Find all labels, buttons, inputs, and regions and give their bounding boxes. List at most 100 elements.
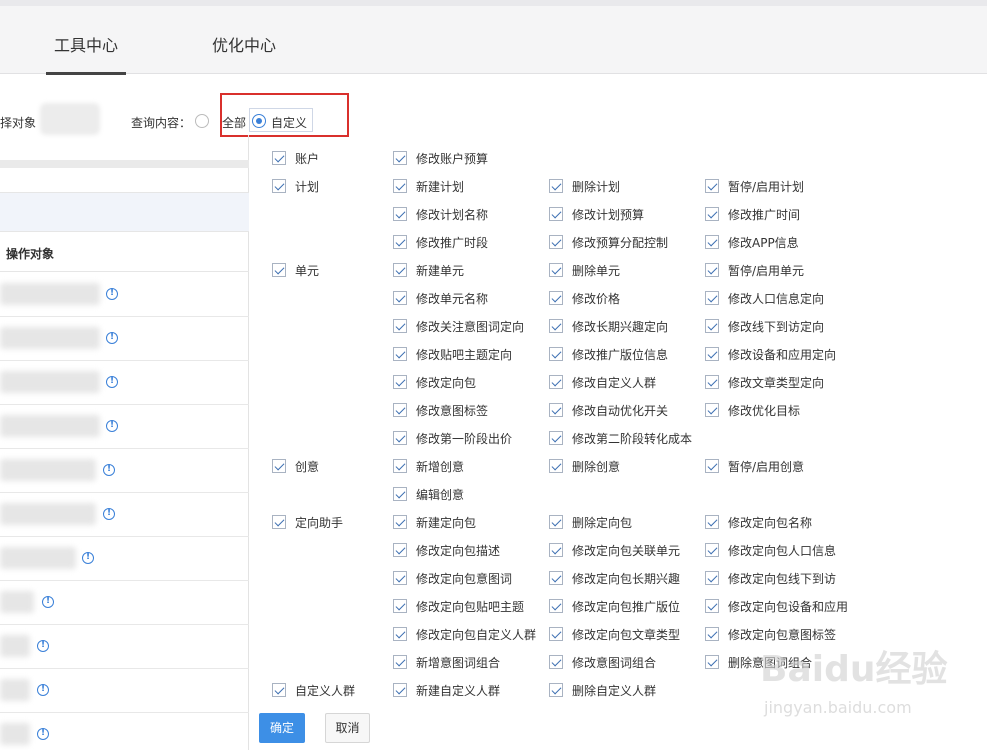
checkbox[interactable] [393, 291, 407, 305]
checkbox[interactable] [705, 235, 719, 249]
group-checkbox[interactable]: 创意 [272, 458, 319, 474]
checkbox[interactable] [393, 319, 407, 333]
info-icon[interactable]: ! [106, 332, 118, 344]
operation-checkbox[interactable]: 修改定向包设备和应用 [705, 598, 848, 614]
info-icon[interactable]: ! [103, 464, 115, 476]
operation-checkbox[interactable]: 新建自定义人群 [393, 682, 500, 698]
operation-checkbox[interactable]: 删除定向包 [549, 514, 632, 530]
group-checkbox[interactable]: 单元 [272, 262, 319, 278]
operation-checkbox[interactable]: 暂停/启用创意 [705, 458, 804, 474]
confirm-button[interactable]: 确定 [259, 713, 305, 743]
operation-checkbox[interactable]: 删除单元 [549, 262, 620, 278]
checkbox[interactable] [549, 179, 563, 193]
operation-checkbox[interactable]: 修改预算分配控制 [549, 234, 668, 250]
operation-checkbox[interactable]: 修改优化目标 [705, 402, 800, 418]
operation-checkbox[interactable]: 修改长期兴趣定向 [549, 318, 668, 334]
operation-checkbox[interactable]: 修改定向包关联单元 [549, 542, 680, 558]
checkbox[interactable] [549, 459, 563, 473]
table-row[interactable]: ! [0, 625, 249, 669]
checkbox[interactable] [272, 683, 286, 697]
group-checkbox[interactable]: 定向助手 [272, 514, 343, 530]
operation-checkbox[interactable]: 新建定向包 [393, 514, 476, 530]
operation-checkbox[interactable]: 新建单元 [393, 262, 464, 278]
checkbox[interactable] [705, 543, 719, 557]
info-icon[interactable]: ! [37, 728, 49, 740]
tab-tool-center[interactable]: 工具中心 [54, 32, 118, 56]
checkbox[interactable] [393, 431, 407, 445]
table-row[interactable]: ! [0, 493, 249, 537]
checkbox[interactable] [549, 291, 563, 305]
info-icon[interactable]: ! [106, 420, 118, 432]
checkbox[interactable] [549, 235, 563, 249]
checkbox[interactable] [272, 263, 286, 277]
operation-checkbox[interactable]: 修改定向包描述 [393, 542, 500, 558]
checkbox[interactable] [705, 179, 719, 193]
operation-checkbox[interactable]: 删除计划 [549, 178, 620, 194]
table-row[interactable]: ! [0, 361, 249, 405]
operation-checkbox[interactable]: 修改定向包意图标签 [705, 626, 836, 642]
checkbox[interactable] [549, 263, 563, 277]
operation-checkbox[interactable]: 修改定向包长期兴趣 [549, 570, 680, 586]
operation-checkbox[interactable]: 修改定向包贴吧主题 [393, 598, 524, 614]
operation-checkbox[interactable]: 修改自定义人群 [549, 374, 656, 390]
checkbox[interactable] [705, 599, 719, 613]
checkbox[interactable] [705, 655, 719, 669]
operation-checkbox[interactable]: 新增意图词组合 [393, 654, 500, 670]
checkbox[interactable] [393, 459, 407, 473]
checkbox[interactable] [549, 403, 563, 417]
operation-checkbox[interactable]: 修改定向包线下到访 [705, 570, 836, 586]
operation-checkbox[interactable]: 修改意图标签 [393, 402, 488, 418]
operation-checkbox[interactable]: 删除创意 [549, 458, 620, 474]
operation-checkbox[interactable]: 修改文章类型定向 [705, 374, 824, 390]
group-checkbox[interactable]: 计划 [272, 178, 319, 194]
operation-checkbox[interactable]: 修改推广时间 [705, 206, 800, 222]
checkbox[interactable] [393, 207, 407, 221]
checkbox[interactable] [705, 459, 719, 473]
operation-checkbox[interactable]: 修改自动优化开关 [549, 402, 668, 418]
checkbox[interactable] [705, 627, 719, 641]
operation-checkbox[interactable]: 暂停/启用计划 [705, 178, 804, 194]
checkbox[interactable] [705, 263, 719, 277]
checkbox[interactable] [393, 627, 407, 641]
group-checkbox[interactable]: 账户 [272, 150, 319, 166]
info-icon[interactable]: ! [37, 684, 49, 696]
operation-checkbox[interactable]: 修改定向包名称 [705, 514, 812, 530]
operation-checkbox[interactable]: 修改单元名称 [393, 290, 488, 306]
checkbox[interactable] [393, 683, 407, 697]
checkbox[interactable] [705, 375, 719, 389]
checkbox[interactable] [272, 179, 286, 193]
operation-checkbox[interactable]: 修改推广版位信息 [549, 346, 668, 362]
operation-checkbox[interactable]: 修改第一阶段出价 [393, 430, 512, 446]
operation-checkbox[interactable]: 修改定向包自定义人群 [393, 626, 536, 642]
checkbox[interactable] [272, 515, 286, 529]
checkbox[interactable] [393, 347, 407, 361]
checkbox[interactable] [393, 375, 407, 389]
checkbox[interactable] [549, 515, 563, 529]
operation-checkbox[interactable]: 修改账户预算 [393, 150, 488, 166]
operation-checkbox[interactable]: 删除意图词组合 [705, 654, 812, 670]
checkbox[interactable] [705, 207, 719, 221]
operation-checkbox[interactable]: 修改定向包推广版位 [549, 598, 680, 614]
info-icon[interactable]: ! [37, 640, 49, 652]
info-icon[interactable]: ! [106, 288, 118, 300]
operation-checkbox[interactable]: 修改计划预算 [549, 206, 644, 222]
operation-checkbox[interactable]: 修改APP信息 [705, 234, 799, 250]
info-icon[interactable]: ! [106, 376, 118, 388]
operation-checkbox[interactable]: 修改定向包人口信息 [705, 542, 836, 558]
operation-checkbox[interactable]: 修改线下到访定向 [705, 318, 824, 334]
checkbox[interactable] [272, 459, 286, 473]
table-row[interactable]: ! [0, 537, 249, 581]
operation-checkbox[interactable]: 修改关注意图词定向 [393, 318, 524, 334]
checkbox[interactable] [393, 151, 407, 165]
operation-checkbox[interactable]: 修改计划名称 [393, 206, 488, 222]
table-row[interactable]: ! [0, 669, 249, 713]
checkbox[interactable] [393, 179, 407, 193]
checkbox[interactable] [705, 347, 719, 361]
operation-checkbox[interactable]: 修改设备和应用定向 [705, 346, 836, 362]
operation-checkbox[interactable]: 修改定向包意图词 [393, 570, 512, 586]
checkbox[interactable] [549, 543, 563, 557]
tab-optimize-center[interactable]: 优化中心 [212, 32, 276, 56]
checkbox[interactable] [393, 515, 407, 529]
operation-checkbox[interactable]: 修改推广时段 [393, 234, 488, 250]
table-row[interactable]: ! [0, 713, 249, 750]
